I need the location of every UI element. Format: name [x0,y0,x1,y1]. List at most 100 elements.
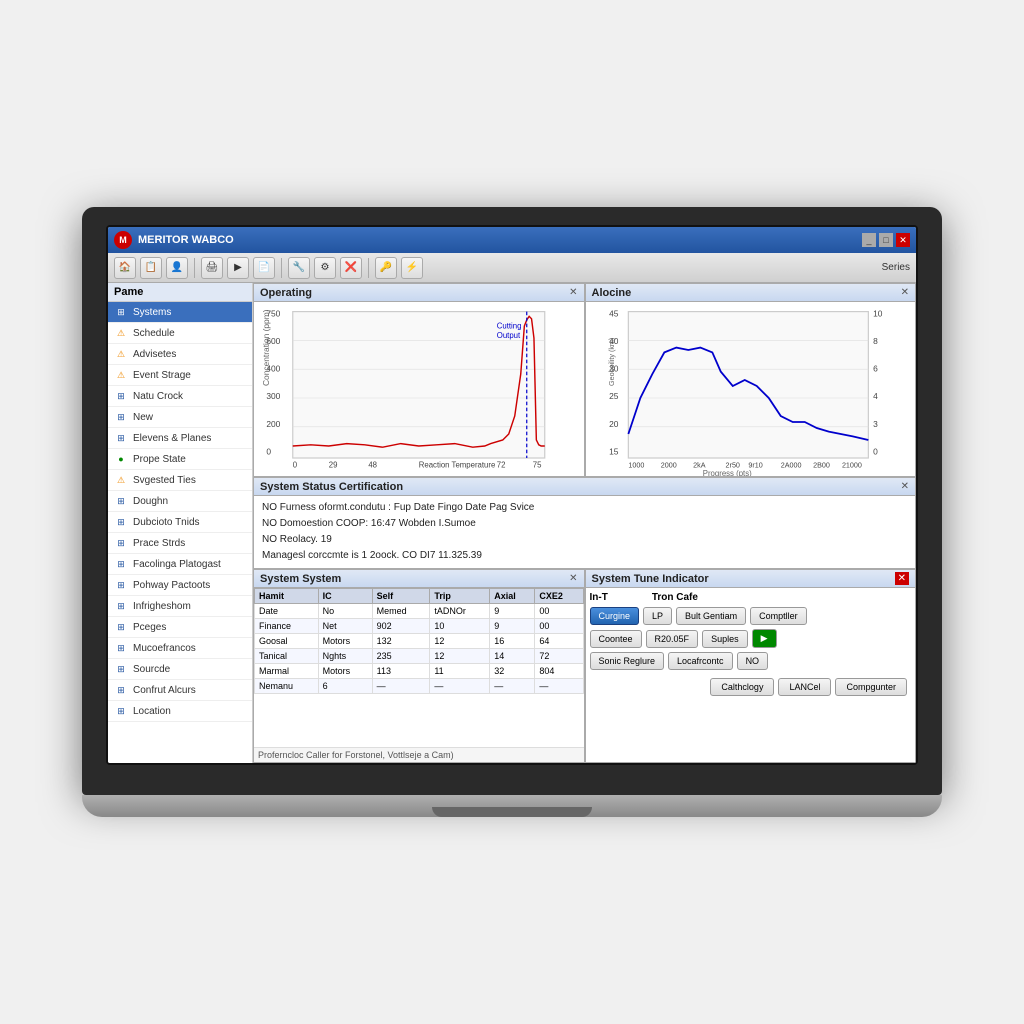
table-row: FinanceNet90210900 [255,619,584,634]
minimize-button[interactable]: _ [862,233,876,247]
schedule-icon: ⚠ [114,326,128,340]
prope-icon: ● [114,452,128,466]
sidebar-item-svgested[interactable]: ⚠ Svgested Ties [108,470,252,491]
sidebar-item-dubcioto[interactable]: ⊞ Dubcioto Tnids [108,512,252,533]
laptop-base [82,795,942,817]
panel-alocine: Alocine ✕ 45 40 30 25 20 [585,283,917,477]
svg-text:20: 20 [609,419,619,429]
table-row: DateNoMemedtADNOr900 [255,604,584,619]
tune-btn-curgine[interactable]: Curgine [590,607,640,625]
panel-table-title: System System [260,573,341,585]
svg-text:48: 48 [368,461,377,470]
svg-text:75: 75 [533,461,542,470]
panel-table-close[interactable]: ✕ [569,573,577,584]
sidebar-item-muco[interactable]: ⊞ Mucoefrancos [108,638,252,659]
app-title: MERITOR WABCO [138,234,856,246]
sidebar-label-advisetes: Advisetes [133,349,176,360]
toolbar-print[interactable]: 🖨 [201,257,223,279]
sidebar-item-doughn[interactable]: ⊞ Doughn [108,491,252,512]
toolbar-close[interactable]: ❌ [340,257,362,279]
tune-btn-green[interactable]: ▶ [752,629,777,648]
sidebar-label-event: Event Strage [133,370,191,381]
panel-tune-close[interactable]: ✕ [895,572,909,585]
panel-status-close[interactable]: ✕ [901,481,909,492]
tune-btn-bult[interactable]: Bult Gentiam [676,607,746,625]
tune-row-1: Curgine LP Bult Gentiam Comptller [590,607,912,625]
panel-status-content: NO Furness oformt.condutu : Fup Date Fin… [254,496,915,568]
sidebar-item-systems[interactable]: ⊞ Systems [108,302,252,323]
panel-alocine-title: Alocine [592,287,632,299]
svg-text:Cutting: Cutting [497,321,522,330]
sidebar-label-confrut: Confrut Alcurs [133,685,196,696]
table-row: TanicalNghts235121472 [255,649,584,664]
tune-btn-lp[interactable]: LP [643,607,672,625]
confrut-icon: ⊞ [114,683,128,697]
panel-alocine-content: 45 40 30 25 20 15 10 8 6 [586,302,916,476]
sidebar-item-facolinga[interactable]: ⊞ Facolinga Platogast [108,554,252,575]
sidebar-item-prace[interactable]: ⊞ Prace Strds [108,533,252,554]
toolbar-home[interactable]: 🏠 [114,257,136,279]
sidebar-item-location[interactable]: ⊞ Location [108,701,252,722]
toolbar-settings[interactable]: ⚙ [314,257,336,279]
sidebar-item-new[interactable]: ⊞ New [108,407,252,428]
tune-btn-sonic[interactable]: Sonic Reglure [590,652,665,670]
sidebar-item-prope[interactable]: ● Prope State [108,449,252,470]
status-line-2: NO Domoestion COOP: 16:47 Wobden I.Sumoe [262,516,907,532]
status-line-4: Managesl corccmte is 1 2oock. CO DI7 11.… [262,548,907,564]
sidebar-item-infrig[interactable]: ⊞ Infrigheshom [108,596,252,617]
sidebar-item-pohway[interactable]: ⊞ Pohway Pactoots [108,575,252,596]
tune-btn-locafrcontc[interactable]: Locafrcontc [668,652,733,670]
maximize-button[interactable]: □ [879,233,893,247]
sidebar-label-prope: Prope State [133,454,186,465]
toolbar-tools[interactable]: 🔧 [288,257,310,279]
sidebar-item-natu[interactable]: ⊞ Natu Crock [108,386,252,407]
tune-footer-calthclogy[interactable]: Calthclogy [710,678,774,696]
sidebar-item-pceges[interactable]: ⊞ Pceges [108,617,252,638]
toolbar-power[interactable]: ⚡ [401,257,423,279]
tune-btn-no[interactable]: NO [737,652,769,670]
app-window: M MERITOR WABCO _ □ ✕ 🏠 📋 👤 🖨 [108,227,916,763]
svg-text:15: 15 [609,446,619,456]
sidebar-item-elevens[interactable]: ⊞ Elevens & Planes [108,428,252,449]
close-button[interactable]: ✕ [896,233,910,247]
table-scroll[interactable]: Hamit IC Self Trip Axial CXE2 [254,588,584,747]
tune-row-labels: In-T Tron Cafe [590,592,912,603]
natu-icon: ⊞ [114,389,128,403]
sidebar-item-confrut[interactable]: ⊞ Confrut Alcurs [108,680,252,701]
svg-text:Geoboility (km): Geoboility (km) [606,338,615,386]
panel-operating-close[interactable]: ✕ [569,287,577,298]
tune-footer-cancel[interactable]: LANCel [778,678,831,696]
toolbar-doc[interactable]: 📄 [253,257,275,279]
sidebar-label-prace: Prace Strds [133,538,185,549]
toolbar-key[interactable]: 🔑 [375,257,397,279]
location-icon: ⊞ [114,704,128,718]
panels-area: Operating ✕ 750 600 400 300 [253,283,916,763]
tune-btn-r20[interactable]: R20.05F [646,630,699,648]
prace-icon: ⊞ [114,536,128,550]
tune-footer-compgunter[interactable]: Compgunter [835,678,907,696]
panel-system-status: System Status Certification ✕ NO Furness… [253,477,916,569]
doughn-icon: ⊞ [114,494,128,508]
tune-btn-comptller[interactable]: Comptller [750,607,807,625]
table-row: GoosalMotors132121664 [255,634,584,649]
tune-btn-coontee[interactable]: Coontee [590,630,642,648]
sidebar-label-doughn: Doughn [133,496,168,507]
sidebar-item-advisetes[interactable]: ⚠ Advisetes [108,344,252,365]
pceges-icon: ⊞ [114,620,128,634]
panel-tune-header: System Tune Indicator ✕ [586,570,916,588]
toolbar-run[interactable]: ▶ [227,257,249,279]
sidebar-item-sourcde[interactable]: ⊞ Sourcde [108,659,252,680]
toolbar-user[interactable]: 👤 [166,257,188,279]
sourcde-icon: ⊞ [114,662,128,676]
tune-btn-suples[interactable]: Suples [702,630,748,648]
sidebar-item-schedule[interactable]: ⚠ Schedule [108,323,252,344]
sidebar-label-systems: Systems [133,307,171,318]
toolbar-list[interactable]: 📋 [140,257,162,279]
status-line-3: NO Reolacy. 19 [262,532,907,548]
sidebar-item-event[interactable]: ⚠ Event Strage [108,365,252,386]
new-icon: ⊞ [114,410,128,424]
panel-alocine-close[interactable]: ✕ [901,287,909,298]
toolbar-right: Series [882,262,910,273]
operating-chart: 750 600 400 300 200 0 Concentration (ppm… [254,302,584,476]
panel-status-header: System Status Certification ✕ [254,478,915,496]
